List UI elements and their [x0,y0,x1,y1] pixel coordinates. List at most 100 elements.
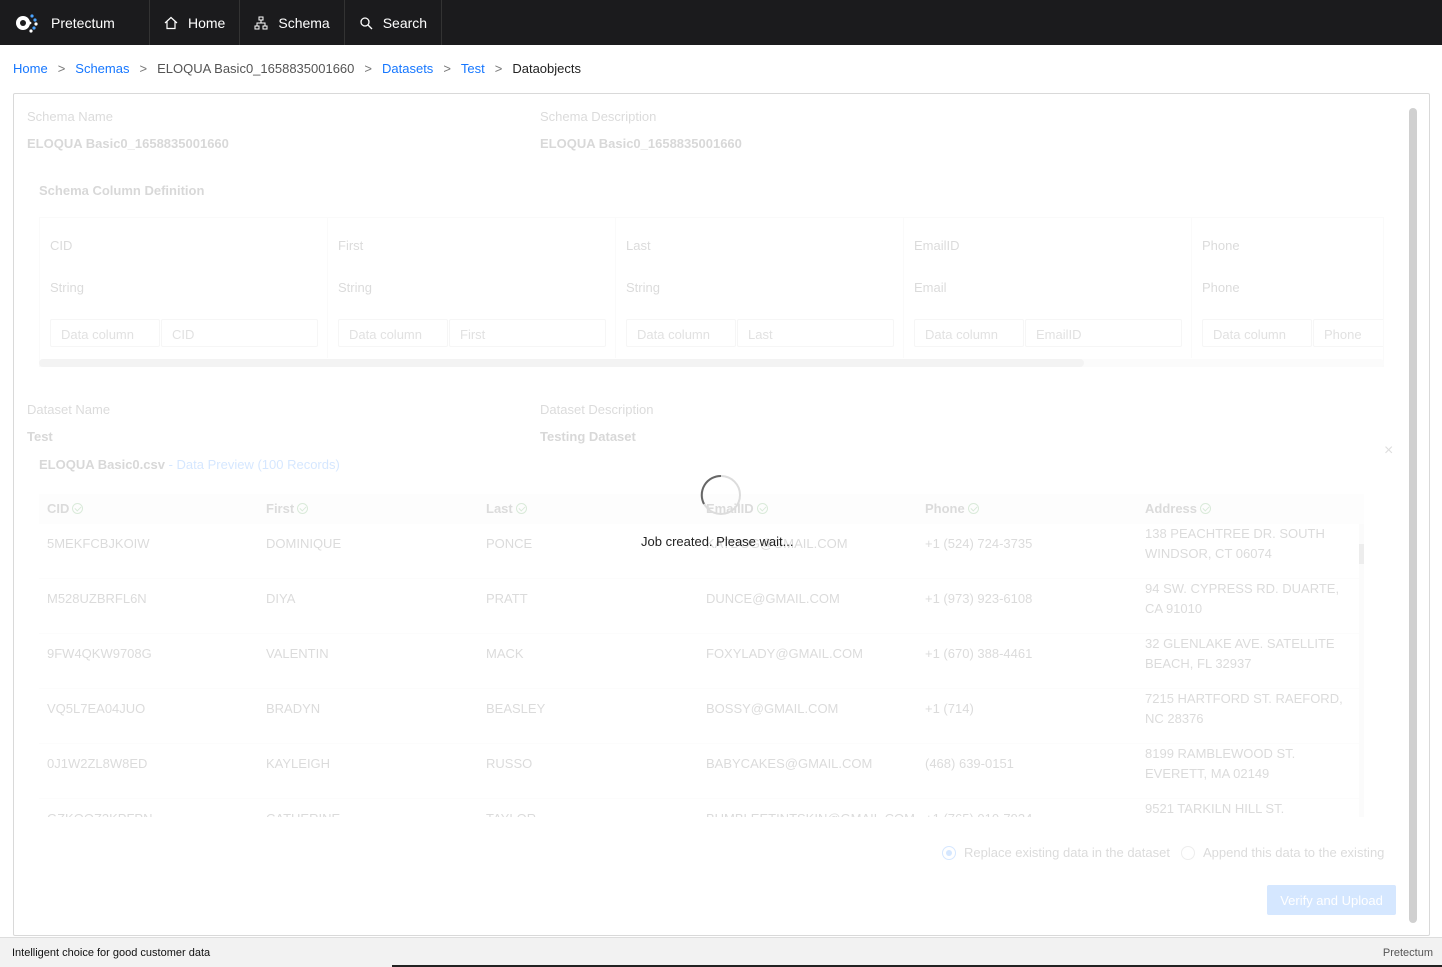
home-icon [164,16,178,29]
column-header: Address [1145,501,1212,516]
mapping-select[interactable]: Data column [50,319,160,347]
close-icon[interactable]: × [1384,442,1393,460]
footer-brand: Pretectum [1382,947,1433,959]
field-select[interactable]: EmailID [1025,319,1182,347]
table-cell: DIYA [266,591,296,606]
table-cell: 94 SW. CYPRESS RD. DUARTE, CA 91010 [1145,581,1340,616]
column-name: CID [50,238,73,253]
table-cell: TAYLOR [486,809,536,817]
table-row: M528UZBRFL6N DIYA PRATT DUNCE@GMAIL.COM +1 (… [39,579,1364,634]
field-select[interactable]: Phone [1313,319,1383,347]
check-circle-icon [756,503,768,514]
dataset-description-value: Testing Dataset [540,429,636,444]
column-card-first: First String Data column First [328,218,616,358]
table-cell: PONCE [486,536,533,551]
dataset-name-value: Test [27,429,53,444]
loading-message: Job created. Please wait... [641,534,794,549]
column-header: First [266,501,309,516]
breadcrumb-schema: ELOQUA Basic0_1658835001660 [157,61,355,76]
table-cell: BRADYN [266,701,321,716]
check-circle-icon [967,503,979,514]
field-select[interactable]: CID [161,319,318,347]
table-cell: 138 PEACHTREE DR. SOUTH WINDSOR, CT 0607… [1145,526,1325,561]
mapping-select[interactable]: Data column [626,319,736,347]
preview-meta: - Data Preview (100 Records) [164,457,340,472]
table-cell: BEASLEY [486,701,546,716]
mapping-select[interactable]: Data column [1202,319,1312,347]
column-scrollbar-thumb[interactable] [39,359,1084,367]
table-cell: 7215 HARTFORD ST. RAEFORD, NC 28376 [1145,691,1343,726]
column-type: String [338,280,372,295]
check-circle-icon [1200,503,1212,514]
table-cell: CATHERINE [266,809,340,817]
mapping-select[interactable]: Data column [338,319,448,347]
column-name: Last [626,238,651,253]
column-header: CID [47,501,84,516]
table-cell: M528UZBRFL6N [47,591,147,606]
breadcrumb-current: Dataobjects [512,61,581,76]
table-scrollbar[interactable] [1359,524,1364,817]
table-cell: BOSSY@GMAIL.COM [706,701,839,716]
verify-upload-button[interactable]: Verify and Upload [1267,885,1396,915]
footer: Intelligent choice for good customer dat… [0,937,1442,967]
brand[interactable]: Pretectum [0,0,150,45]
schema-name-label: Schema Name [27,109,113,124]
column-name: First [338,238,364,253]
append-label: Append this data to the existing [1203,845,1385,860]
breadcrumb-separator: > [139,61,148,76]
column-scrollbar[interactable] [39,359,1384,367]
field-select[interactable]: Last [737,319,894,347]
column-definition-panel: CID String Data column CID First String … [39,217,1384,367]
breadcrumb-datasets[interactable]: Datasets [382,61,433,76]
table-cell: RUSSO [486,756,533,771]
schema-icon [254,16,268,29]
column-definition-title: Schema Column Definition [39,183,205,198]
schema-description-label: Schema Description [540,109,657,124]
table-cell: (468) 639-0151 [925,756,1014,771]
mapping-select[interactable]: Data column [914,319,1024,347]
schema-name-value: ELOQUA Basic0_1658835001660 [27,136,229,151]
pretectum-logo-icon [16,13,38,33]
append-radio[interactable] [1181,845,1195,860]
breadcrumb: Home > Schemas > ELOQUA Basic0_165883500… [13,61,581,76]
column-type: String [50,280,84,295]
breadcrumb-separator: > [364,61,372,76]
breadcrumb-test[interactable]: Test [461,61,485,76]
check-circle-icon [515,503,527,514]
breadcrumb-schemas[interactable]: Schemas [75,61,129,76]
loading-spinner-icon [700,474,741,515]
table-cell: VQ5L7EA04JUO [47,701,146,716]
column-type: Email [914,280,947,295]
append-option[interactable]: Append this data to the existing [1181,845,1384,860]
table-cell: +1 (973) 923-6108 [925,591,1033,606]
card-scrollbar[interactable] [1409,108,1417,923]
replace-radio[interactable] [942,845,956,860]
table-cell: 8199 RAMBLEWOOD ST. EVERETT, MA 02149 [1145,746,1296,781]
table-scrollbar-thumb[interactable] [1359,544,1364,564]
table-cell: +1 (670) 388-4461 [925,646,1033,661]
preview-file-name: ELOQUA Basic0.csv [39,457,165,472]
column-header: Last [486,501,527,516]
table-cell: +1 (524) 724-3735 [925,536,1033,551]
breadcrumb-home[interactable]: Home [13,61,48,76]
replace-label: Replace existing data in the dataset [964,845,1170,860]
table-cell: BABYCAKES@GMAIL.COM [706,756,873,771]
nav-schema[interactable]: Schema [240,0,345,45]
replace-option[interactable]: Replace existing data in the dataset [942,845,1170,860]
nav-search[interactable]: Search [345,0,443,45]
table-cell: KAYLEIGH [266,756,331,771]
check-circle-icon [72,503,84,514]
nav-home[interactable]: Home [150,0,241,45]
table-cell: +1 (714) [925,701,974,716]
column-type: Phone [1202,280,1240,295]
dataset-name-label: Dataset Name [27,402,111,417]
column-name: EmailID [914,238,960,253]
table-cell: DUNCE@GMAIL.COM [706,591,840,606]
column-card-phone: Phone Phone Data column Phone [1192,218,1383,358]
table-cell: 0J1W2ZL8W8ED [47,756,148,771]
search-icon [360,16,373,29]
breadcrumb-separator: > [443,61,451,76]
table-cell: VALENTIN [266,646,329,661]
table-row: VQ5L7EA04JUO BRADYN BEASLEY BOSSY@GMAIL.COM… [39,689,1364,744]
field-select[interactable]: First [449,319,606,347]
